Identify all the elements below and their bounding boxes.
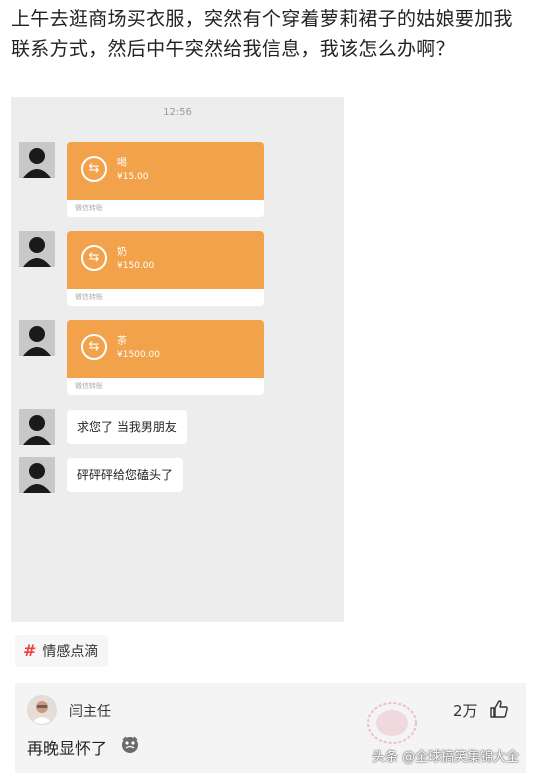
- hash-icon: #: [23, 641, 37, 660]
- watermark: 头条 @全球搞笑集锦大全: [372, 750, 520, 765]
- commenter-name[interactable]: 闫主任: [69, 701, 111, 721]
- message-bubble[interactable]: 砰砰砰给您磕头了: [67, 458, 184, 492]
- post-text: 上午去逛商场买衣服，突然有个穿着萝莉裙子的姑娘要加我联系方式，然后中午突然给我信…: [11, 8, 513, 60]
- transfer-footer: 微信转账: [75, 204, 103, 212]
- transfer-amount: ¥150.00: [117, 261, 155, 271]
- sender-avatar: [19, 142, 55, 178]
- transfer-footer: 微信转账: [75, 293, 103, 301]
- transfer-icon: ⇆: [81, 156, 107, 182]
- sender-avatar: [19, 231, 55, 267]
- transfer-amount: ¥1500.00: [117, 350, 160, 360]
- chat-screenshot: 12:56 ⇆ 喝 ¥15.00 微信转账 ⇆ 奶 ¥150.00 微信转账 ⇆…: [11, 97, 344, 622]
- thumbs-up-icon[interactable]: [489, 699, 509, 723]
- stamp-icon: [365, 700, 419, 746]
- transfer-icon: ⇆: [81, 334, 107, 360]
- transfer-amount: ¥15.00: [117, 172, 149, 182]
- topic-tag[interactable]: # 情感点滴: [15, 635, 109, 667]
- transfer-card[interactable]: ⇆ 喝 ¥15.00 微信转账: [67, 142, 264, 217]
- transfer-item: 奶: [117, 247, 127, 258]
- sender-avatar: [19, 457, 55, 493]
- transfer-footer: 微信转账: [75, 382, 103, 390]
- comment-text: 再晚显怀了: [27, 739, 108, 758]
- transfer-card[interactable]: ⇆ 茶 ¥1500.00 微信转账: [67, 320, 264, 395]
- transfer-item: 茶: [117, 336, 127, 347]
- transfer-card[interactable]: ⇆ 奶 ¥150.00 微信转账: [67, 231, 264, 306]
- transfer-icon: ⇆: [81, 245, 107, 271]
- commenter-avatar[interactable]: [27, 695, 57, 725]
- like-count: 2万: [453, 702, 478, 720]
- sender-avatar: [19, 409, 55, 445]
- topic-label: 情感点滴: [42, 644, 99, 660]
- message-bubble[interactable]: 求您了 当我男朋友: [67, 410, 187, 444]
- transfer-item: 喝: [117, 158, 127, 169]
- emoji-icon: [120, 734, 140, 758]
- sender-avatar: [19, 320, 55, 356]
- chat-timestamp: 12:56: [163, 107, 192, 118]
